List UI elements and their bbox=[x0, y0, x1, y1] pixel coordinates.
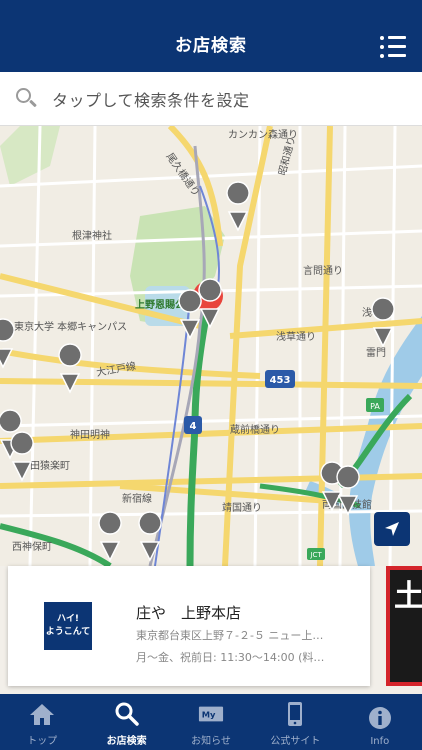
home-icon bbox=[29, 701, 55, 727]
map-label-nezu: 根津神社 bbox=[72, 229, 112, 242]
tab-info[interactable]: Info bbox=[338, 694, 422, 750]
map-view[interactable]: カンカン森通り 尾久橋通り 昭和通り 根津神社 上野恩賜公 東京大学 本郷キャン… bbox=[0, 126, 422, 566]
shop-logo: ハイ! ようこんて bbox=[44, 602, 92, 650]
tab-label: Info bbox=[370, 736, 390, 747]
tab-label: 公式サイト bbox=[270, 736, 321, 747]
menu-icon[interactable] bbox=[380, 36, 406, 58]
shop-name: 庄や 上野本店 bbox=[136, 604, 242, 622]
shop-hours: 月〜金、祝前日: 11:30〜14:00 (料… bbox=[136, 651, 325, 664]
info-icon bbox=[367, 705, 393, 731]
page-title: お店検索 bbox=[175, 36, 247, 56]
map-label-sarugaku: 田猿楽町 bbox=[30, 459, 70, 472]
shop-logo-line2: ようこんて bbox=[45, 627, 91, 637]
tab-top[interactable]: トップ bbox=[0, 694, 84, 750]
search-placeholder: タップして検索条件を設定 bbox=[52, 90, 250, 110]
tab-news[interactable]: My お知らせ bbox=[169, 694, 253, 750]
tab-label: お知らせ bbox=[191, 736, 231, 747]
location-arrow-icon bbox=[385, 522, 399, 536]
route-4-shield: 4 bbox=[190, 421, 197, 432]
app-header: お店検索 bbox=[0, 0, 422, 72]
svg-text:My: My bbox=[202, 710, 216, 720]
map-label-yasukuni: 靖国通り bbox=[222, 501, 262, 514]
map-label-jimbocho: 西神保町 bbox=[12, 540, 52, 553]
jct-marker: JCT bbox=[309, 551, 322, 559]
shop-logo-line1: ハイ! bbox=[57, 614, 79, 624]
tab-shop-search[interactable]: お店検索 bbox=[84, 694, 168, 750]
map-label-kuramaebashi: 蔵前橋通り bbox=[230, 423, 280, 436]
map-label-asakusa-dori: 浅草通り bbox=[276, 330, 316, 343]
map-label-kotoi: 言問通り bbox=[303, 264, 343, 277]
pa-marker: PA bbox=[370, 402, 380, 411]
news-icon: My bbox=[198, 701, 224, 727]
tab-bar: トップ お店検索 My お知らせ 公式サイト Info bbox=[0, 694, 422, 750]
tab-official-site[interactable]: 公式サイト bbox=[253, 694, 337, 750]
shop-card[interactable]: ハイ! ようこんて 庄や 上野本店 東京都台東区上野７-２-５ ニュー上… 月〜… bbox=[8, 566, 370, 686]
map-canvas: カンカン森通り 尾久橋通り 昭和通り 根津神社 上野恩賜公 東京大学 本郷キャン… bbox=[0, 126, 422, 566]
map-label-todai: 東京大学 本郷キャンパス bbox=[14, 320, 127, 333]
next-shop-image-text: 土 bbox=[394, 579, 422, 614]
map-label-kanda: 神田明神 bbox=[70, 428, 110, 441]
search-icon bbox=[114, 701, 140, 727]
map-label-ueno-park: 上野恩賜公 bbox=[135, 298, 185, 311]
map-label-kaminarimon: 雷門 bbox=[366, 347, 386, 359]
phone-icon bbox=[282, 701, 308, 727]
route-453-shield: 453 bbox=[270, 375, 291, 386]
search-bar[interactable]: タップして検索条件を設定 bbox=[0, 72, 422, 126]
map-label-shinjuku: 新宿線 bbox=[122, 492, 152, 505]
tab-label: トップ bbox=[27, 736, 58, 747]
shop-address: 東京都台東区上野７-２-５ ニュー上… bbox=[136, 629, 324, 642]
next-shop-card[interactable]: 土 bbox=[386, 566, 422, 686]
tab-label: お店検索 bbox=[106, 736, 147, 747]
search-icon bbox=[16, 87, 38, 110]
locate-me-button[interactable] bbox=[374, 512, 410, 546]
